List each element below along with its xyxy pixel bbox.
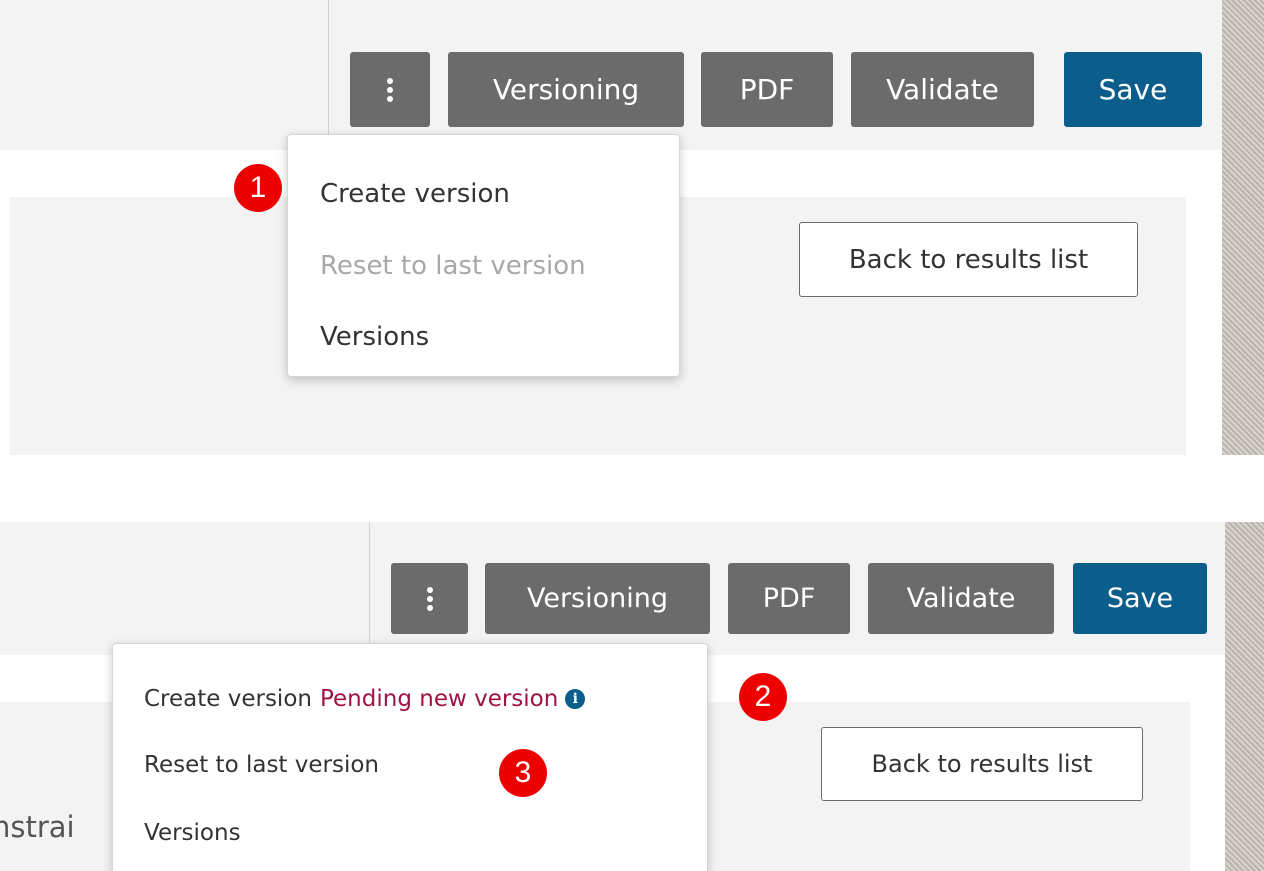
menu-item-versions[interactable]: Versions <box>288 312 679 362</box>
menu-item-versions[interactable]: Versions <box>113 810 707 856</box>
versioning-button[interactable]: Versioning <box>485 563 710 634</box>
create-version-label: Create version <box>320 179 510 209</box>
scrollbar-track <box>1225 522 1264 871</box>
screenshot-panel-top: Versioning PDF Validate Save Back to res… <box>0 0 1264 455</box>
menu-item-create-version[interactable]: Create version <box>288 169 679 219</box>
reset-last-version-label: Reset to last version <box>320 251 586 281</box>
header-divider <box>328 0 329 150</box>
partial-content-text: nstrai <box>0 810 75 844</box>
back-to-results-button[interactable]: Back to results list <box>799 222 1138 297</box>
save-button[interactable]: Save <box>1073 563 1207 634</box>
reset-last-version-label: Reset to last version <box>144 752 379 778</box>
screenshot-panel-bottom: nstrai Versioning PDF Validate Save Back… <box>0 522 1264 871</box>
kebab-vertical-icon <box>387 77 393 84</box>
pending-status-text: Pending new version <box>319 686 559 712</box>
info-circle-icon[interactable]: i <box>565 689 586 709</box>
callout-badge-2: 2 <box>739 673 787 721</box>
validate-button[interactable]: Validate <box>868 563 1054 634</box>
create-version-label: Create version <box>144 686 312 712</box>
callout-badge-3: 3 <box>499 749 547 797</box>
more-actions-button[interactable] <box>391 563 468 634</box>
validate-button[interactable]: Validate <box>851 52 1034 127</box>
pdf-button[interactable]: PDF <box>701 52 833 127</box>
versions-label: Versions <box>320 322 430 352</box>
versions-label: Versions <box>144 820 241 846</box>
pdf-button[interactable]: PDF <box>728 563 850 634</box>
more-actions-menu: Create version Reset to last version Ver… <box>287 134 680 377</box>
save-button[interactable]: Save <box>1064 52 1202 127</box>
more-actions-menu: Create version Pending new version i Res… <box>112 643 708 871</box>
menu-item-create-version: Create version Pending new version i <box>113 676 707 722</box>
kebab-vertical-icon <box>426 586 433 593</box>
header-divider <box>369 522 370 655</box>
versioning-button[interactable]: Versioning <box>448 52 684 127</box>
scrollbar-track <box>1222 0 1264 455</box>
back-to-results-button[interactable]: Back to results list <box>821 727 1143 801</box>
more-actions-button[interactable] <box>350 52 430 127</box>
callout-badge-1: 1 <box>234 164 282 212</box>
menu-item-reset-last-version: Reset to last version <box>288 241 679 291</box>
menu-item-reset-last-version[interactable]: Reset to last version <box>113 742 707 788</box>
